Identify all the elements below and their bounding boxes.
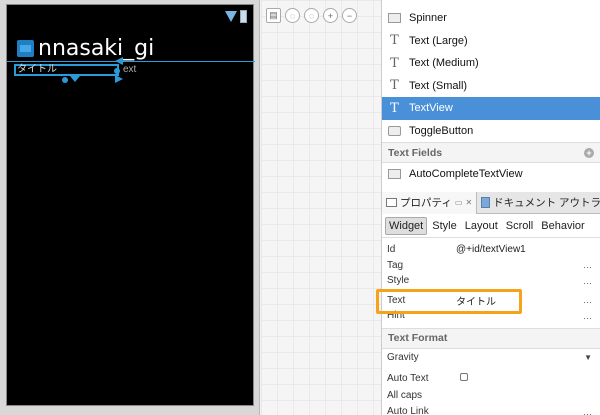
zoom-fit-button[interactable]: ◌: [304, 8, 319, 23]
property-row-gravity[interactable]: Gravity ▼: [382, 349, 600, 367]
ellipsis-button[interactable]: …: [583, 311, 592, 321]
anchor-arrow-icon: [70, 76, 80, 82]
ellipsis-button[interactable]: …: [583, 260, 592, 270]
autocomplete-icon: [388, 169, 401, 180]
dropdown-arrow-icon[interactable]: ▼: [584, 353, 592, 362]
property-category-tabs: Widget Style Layout Scroll Behavior: [382, 214, 600, 238]
zoom-fit-icon: ◌: [308, 10, 315, 21]
property-value[interactable]: @+id/textView1: [456, 244, 600, 255]
status-bar: [225, 9, 247, 23]
palette-item-label: Text (Medium): [409, 57, 479, 70]
panel-tab-bar: プロパティ ▭ ✕ ドキュメント アウトライン: [382, 191, 600, 214]
subtab-scroll[interactable]: Scroll: [503, 218, 537, 234]
widget-palette: Spinner T Text (Large) T Text (Medium) T…: [381, 0, 600, 192]
palette-item-label: ToggleButton: [409, 124, 474, 137]
palette-item-label: Text (Large): [409, 34, 468, 47]
ellipsis-button[interactable]: …: [583, 295, 592, 305]
palette-item-spinner[interactable]: Spinner: [382, 7, 600, 30]
device-preview-frame: nnasaki_gi タイトル ext: [0, 0, 260, 415]
minimize-icon[interactable]: ▭: [455, 198, 463, 207]
text-medium-icon: T: [390, 55, 399, 71]
section-title: Text Fields: [388, 146, 443, 159]
app-icon: [17, 40, 34, 57]
tab-label: ドキュメント アウトライン: [493, 197, 600, 209]
property-row-all-caps[interactable]: All caps: [382, 388, 600, 404]
side-label: ext: [123, 64, 137, 75]
property-name: All caps: [387, 390, 423, 401]
ellipsis-button[interactable]: …: [583, 407, 592, 415]
palette-item-label: AutoCompleteTextView: [409, 168, 523, 181]
property-row-auto-text[interactable]: Auto Text: [382, 370, 600, 388]
palette-item-text-large[interactable]: T Text (Large): [382, 30, 600, 53]
section-header-text-fields[interactable]: Text Fields +: [382, 142, 600, 163]
anchor-arrow-icon: [115, 75, 123, 83]
property-name: Auto Text: [387, 373, 429, 384]
zoom-in-icon: +: [327, 10, 334, 21]
palette-item-textview[interactable]: T TextView: [382, 97, 600, 120]
property-row-id[interactable]: Id @+id/textView1: [382, 242, 600, 258]
app-title: nnasaki_gi: [38, 36, 155, 61]
zoom-out-button[interactable]: −: [342, 8, 357, 23]
tab-document-outline[interactable]: ドキュメント アウトライン: [477, 192, 600, 214]
property-value: [456, 373, 600, 384]
property-name: Style: [387, 275, 410, 287]
highlight-annotation: [376, 289, 522, 314]
emulate-real-size-button[interactable]: ▤: [266, 8, 281, 23]
property-name: Tag: [387, 259, 404, 271]
tab-label: プロパティ: [400, 197, 452, 209]
section-title: Text Format: [388, 332, 448, 344]
palette-item-togglebutton[interactable]: ToggleButton: [382, 120, 600, 143]
property-name: Auto Link: [387, 406, 429, 415]
signal-icon: [225, 11, 237, 22]
screen-size-icon: ▤: [269, 10, 278, 20]
property-name: Gravity: [387, 352, 419, 363]
property-row-style[interactable]: Style …: [382, 273, 600, 289]
property-row-auto-link[interactable]: Auto Link …: [382, 404, 600, 415]
zoom-in-button[interactable]: +: [323, 8, 338, 23]
resize-handle[interactable]: [114, 68, 120, 74]
battery-icon: [240, 9, 247, 23]
textview-icon: T: [390, 100, 399, 116]
selected-textview[interactable]: タイトル: [14, 64, 119, 76]
palette-item-autocomplete[interactable]: AutoCompleteTextView: [382, 163, 600, 186]
properties-icon: [386, 198, 397, 207]
palette-item-text-small[interactable]: T Text (Small): [382, 75, 600, 98]
zoom-actual-icon: ◌: [289, 10, 296, 21]
subtab-layout[interactable]: Layout: [462, 218, 501, 234]
zoom-toolbar: ▤ ◌ ◌ + −: [266, 8, 357, 23]
property-name: Id: [387, 244, 396, 256]
subtab-style[interactable]: Style: [429, 218, 459, 234]
zoom-actual-button[interactable]: ◌: [285, 8, 300, 23]
auto-text-checkbox[interactable]: [460, 373, 468, 381]
tab-properties[interactable]: プロパティ ▭ ✕: [382, 191, 478, 214]
palette-item-text-medium[interactable]: T Text (Medium): [382, 52, 600, 75]
layout-guide-line: [7, 61, 255, 62]
section-header-text-format[interactable]: Text Format: [382, 327, 600, 349]
togglebutton-icon: [388, 125, 401, 136]
text-large-icon: T: [390, 33, 399, 49]
anchor-arrow-icon: [115, 57, 123, 65]
expand-plus-icon[interactable]: +: [584, 147, 594, 158]
palette-item-label: TextView: [409, 102, 453, 115]
resize-handle[interactable]: [62, 77, 68, 83]
layout-canvas[interactable]: ▤ ◌ ◌ + −: [261, 0, 381, 415]
text-small-icon: T: [390, 78, 399, 94]
zoom-out-icon: −: [346, 10, 353, 21]
palette-item-label: Spinner: [409, 12, 447, 25]
palette-item-label: Text (Small): [409, 79, 468, 92]
property-row-tag[interactable]: Tag …: [382, 258, 600, 274]
document-outline-icon: [481, 197, 491, 208]
close-icon[interactable]: ✕: [465, 198, 472, 207]
device-screen[interactable]: nnasaki_gi タイトル ext: [6, 4, 255, 406]
action-bar: nnasaki_gi: [17, 36, 154, 61]
subtab-widget[interactable]: Widget: [385, 216, 428, 235]
spinner-icon: [388, 13, 401, 24]
subtab-behavior[interactable]: Behavior: [538, 218, 587, 234]
ellipsis-button[interactable]: …: [583, 276, 592, 286]
